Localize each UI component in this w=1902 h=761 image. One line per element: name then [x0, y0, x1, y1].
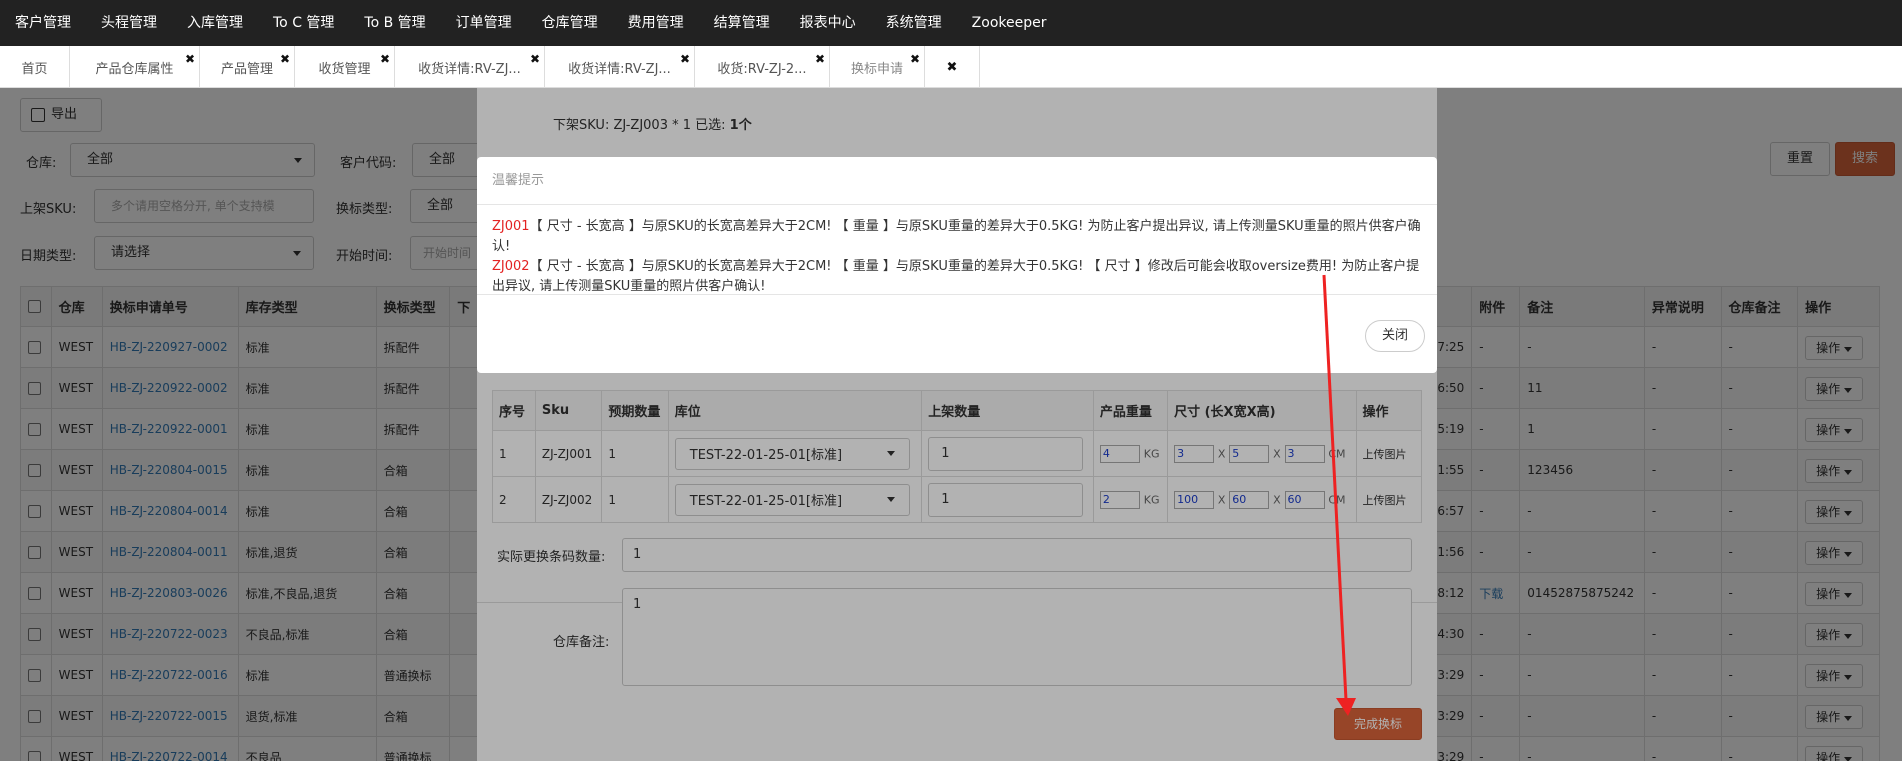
tab-receiving[interactable]: 收货:RV-ZJ-2... ✖ [695, 46, 830, 88]
close-icon[interactable]: ✖ [280, 52, 290, 66]
alert-text-1: 【 尺寸 - 长宽高 】与原SKU的长宽高差异大于2CM! 【 重量 】与原SK… [492, 219, 1421, 254]
tab-label: 产品管理 [220, 61, 273, 77]
close-icon[interactable]: ✖ [185, 52, 195, 66]
nav-item[interactable]: 费用管理 [613, 0, 699, 46]
tab-receiving-detail-2[interactable]: 收货详情:RV-ZJ... ✖ [545, 46, 695, 88]
close-all-tabs-icon[interactable]: ✖ [925, 46, 980, 88]
tab-bar: 首页 产品仓库属性 ✖ 产品管理 ✖ 收货管理 ✖ 收货详情:RV-ZJ... ✖ 收货… [0, 46, 1902, 88]
nav-item[interactable]: 系统管理 [871, 0, 957, 46]
tab-label: 收货管理 [318, 61, 371, 77]
tab-product-warehouse-attr[interactable]: 产品仓库属性 ✖ [70, 46, 200, 88]
nav-item[interactable]: To C 管理 [258, 0, 349, 46]
alert-title: 温馨提示 [477, 157, 1437, 205]
nav-item[interactable]: 头程管理 [86, 0, 172, 46]
tab-label: 产品仓库属性 [95, 61, 174, 77]
tab-relabel-request[interactable]: 换标申请 ✖ [830, 46, 925, 88]
nav-item[interactable]: To B 管理 [349, 0, 440, 46]
tab-label: 首页 [21, 61, 48, 77]
nav-item[interactable]: 结算管理 [699, 0, 785, 46]
tab-label: 换标申请 [850, 61, 903, 77]
tab-label: 收货详情:RV-ZJ... [418, 61, 521, 77]
tab-product-management[interactable]: 产品管理 ✖ [200, 46, 295, 88]
alert-body: ZJ001【 尺寸 - 长宽高 】与原SKU的长宽高差异大于2CM! 【 重量 … [477, 205, 1437, 295]
nav-item[interactable]: 客户管理 [0, 0, 86, 46]
close-button[interactable]: 关闭 [1365, 320, 1425, 352]
tab-label: 收货:RV-ZJ-2... [717, 61, 807, 77]
alert-message-2: ZJ002【 尺寸 - 长宽高 】与原SKU的长宽高差异大于2CM! 【 重量 … [492, 257, 1422, 297]
alert-text-2: 【 尺寸 - 长宽高 】与原SKU的长宽高差异大于2CM! 【 重量 】与原SK… [492, 259, 1420, 294]
alert-dialog: 温馨提示 ZJ001【 尺寸 - 长宽高 】与原SKU的长宽高差异大于2CM! … [477, 157, 1437, 373]
alert-code-1: ZJ001 [492, 219, 530, 234]
close-icon[interactable]: ✖ [910, 52, 920, 66]
close-icon[interactable]: ✖ [815, 52, 825, 66]
tab-label: 收货详情:RV-ZJ... [568, 61, 671, 77]
nav-item[interactable]: 订单管理 [441, 0, 527, 46]
nav-item[interactable]: 仓库管理 [527, 0, 613, 46]
close-icon[interactable]: ✖ [530, 52, 540, 66]
tab-receiving-management[interactable]: 收货管理 ✖ [295, 46, 395, 88]
alert-message-1: ZJ001【 尺寸 - 长宽高 】与原SKU的长宽高差异大于2CM! 【 重量 … [492, 217, 1422, 257]
top-nav: 客户管理 头程管理 入库管理 To C 管理 To B 管理 订单管理 仓库管理 费用管理 结算… [0, 0, 1902, 46]
alert-code-2: ZJ002 [492, 259, 530, 274]
close-icon[interactable]: ✖ [680, 52, 690, 66]
close-icon[interactable]: ✖ [380, 52, 390, 66]
nav-item[interactable]: Zookeeper [957, 0, 1062, 46]
tab-home[interactable]: 首页 [0, 46, 70, 88]
nav-item[interactable]: 入库管理 [172, 0, 258, 46]
nav-item[interactable]: 报表中心 [785, 0, 871, 46]
tab-receiving-detail-1[interactable]: 收货详情:RV-ZJ... ✖ [395, 46, 545, 88]
